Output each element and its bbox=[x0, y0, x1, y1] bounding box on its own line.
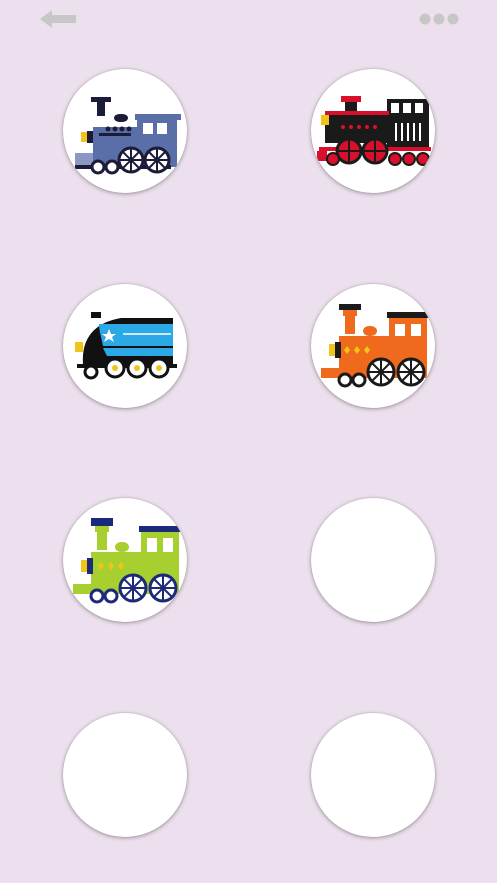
green-steam-locomotive-icon bbox=[73, 518, 181, 604]
arrow-left-icon bbox=[40, 10, 76, 28]
sticker-slot-8-empty[interactable] bbox=[311, 713, 435, 837]
top-bar bbox=[0, 0, 497, 40]
more-options-button[interactable] bbox=[416, 10, 462, 28]
blue-streamliner-locomotive-icon bbox=[75, 312, 177, 380]
back-button[interactable] bbox=[38, 8, 80, 30]
blue-steam-locomotive-icon bbox=[75, 97, 181, 175]
sticker-slot-6-empty[interactable] bbox=[311, 498, 435, 622]
sticker-slot-4[interactable] bbox=[311, 284, 435, 408]
sticker-slot-1[interactable] bbox=[63, 69, 187, 193]
sticker-slot-3[interactable] bbox=[63, 284, 187, 408]
black-red-steam-locomotive-icon bbox=[317, 96, 431, 166]
more-dots-icon bbox=[419, 13, 459, 25]
orange-steam-locomotive-icon bbox=[321, 304, 429, 388]
sticker-slot-5[interactable] bbox=[63, 498, 187, 622]
sticker-slot-2[interactable] bbox=[311, 69, 435, 193]
sticker-slot-7-empty[interactable] bbox=[63, 713, 187, 837]
